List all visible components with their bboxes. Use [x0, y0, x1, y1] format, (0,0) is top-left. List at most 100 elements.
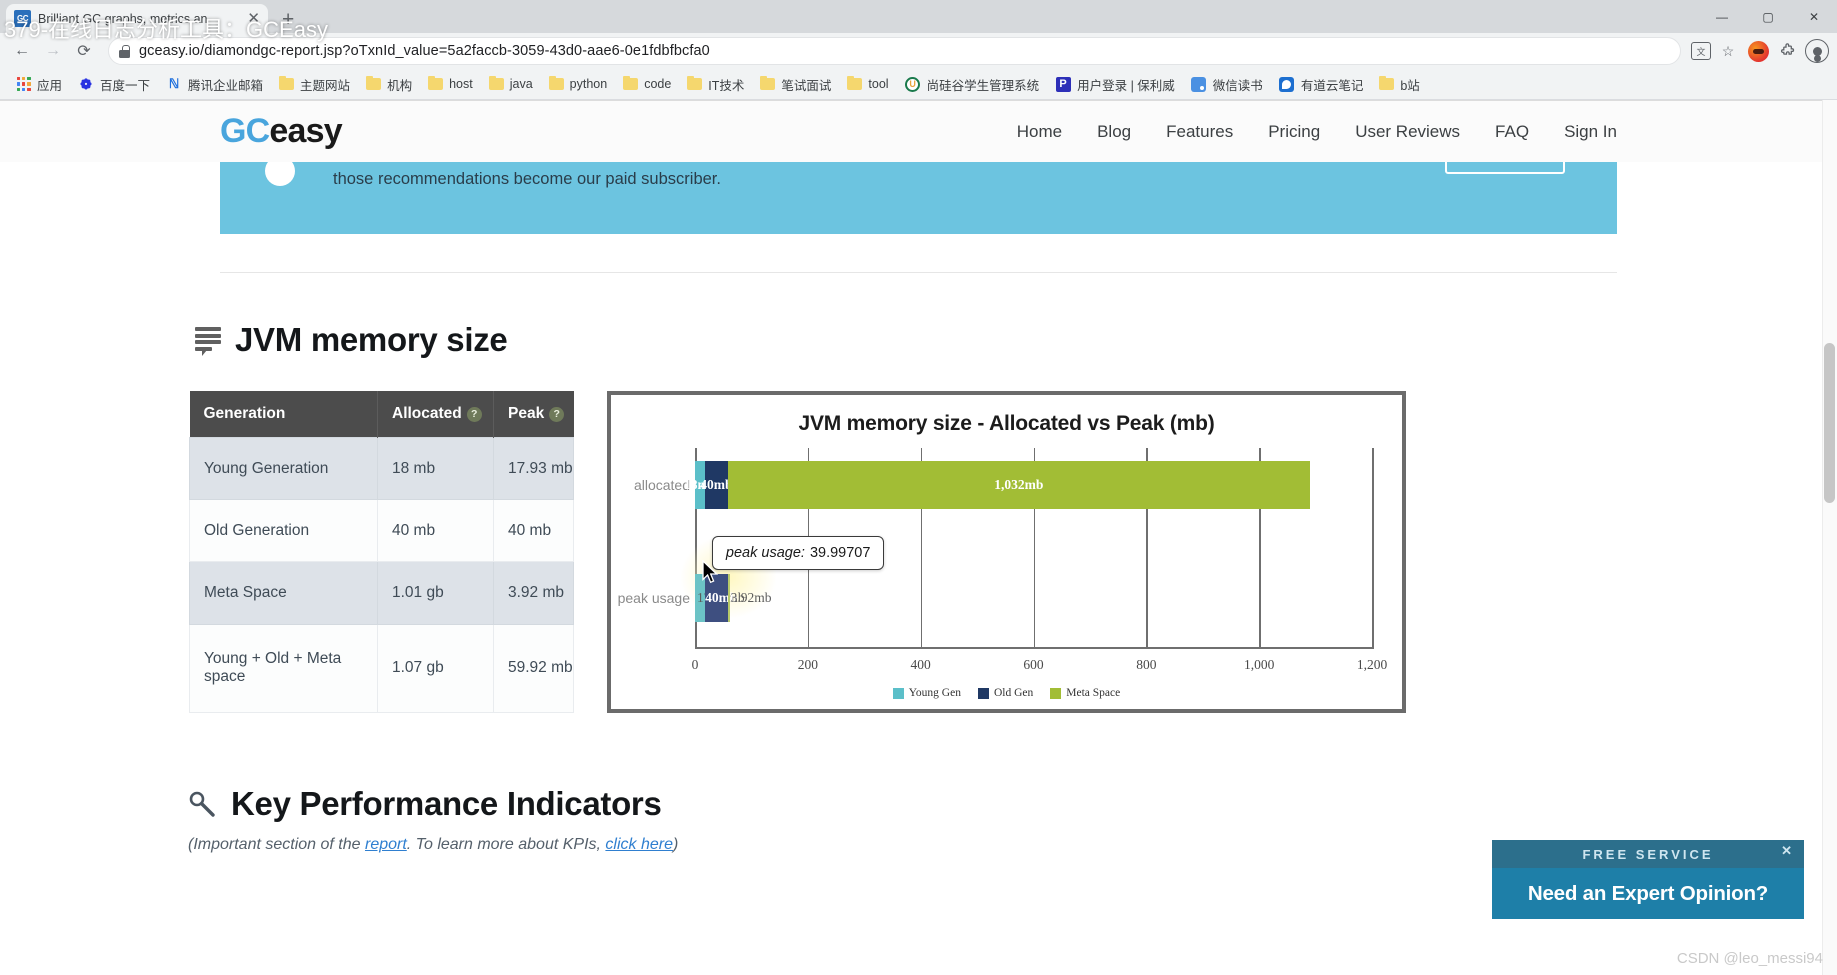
- youdao-note-icon: [1279, 76, 1295, 92]
- extension-adblock-icon[interactable]: [1747, 40, 1769, 62]
- bookmark-folder-6[interactable]: java: [482, 74, 540, 94]
- site-nav: Home Blog Features Pricing User Reviews …: [1017, 122, 1617, 142]
- minimize-button[interactable]: —: [1699, 0, 1745, 33]
- bookmark-label: 笔试面试: [781, 78, 832, 93]
- bookmark-student-system[interactable]: U 尚硅谷学生管理系统: [898, 72, 1047, 97]
- x-tick-label: 400: [910, 657, 931, 672]
- bar-segment-old-gen[interactable]: 40mb: [700, 461, 733, 509]
- table-header-row: Generation Allocated? Peak?: [189, 391, 574, 438]
- folder-icon: [623, 75, 639, 90]
- bookmark-star-icon[interactable]: ☆: [1715, 38, 1741, 64]
- legend-item-old-gen[interactable]: Old Gen: [977, 687, 1034, 699]
- chart-legend: Young Gen Old Gen Meta Space: [611, 687, 1402, 699]
- bookmark-label: 尚硅谷学生管理系统: [926, 78, 1040, 93]
- help-icon[interactable]: ?: [549, 406, 565, 422]
- expert-widget-cta[interactable]: Need an Expert Opinion?: [1492, 868, 1804, 919]
- bar-segment-old-gen[interactable]: 40mb: [705, 574, 737, 622]
- bookmark-tencent-mail[interactable]: ℕ 腾讯企业邮箱: [159, 72, 270, 97]
- page-scrollbar-track[interactable]: [1822, 100, 1837, 975]
- close-window-button[interactable]: ✕: [1791, 0, 1837, 33]
- bar-segment-young-gen[interactable]: 17.93mb: [695, 574, 745, 622]
- nav-pricing[interactable]: Pricing: [1268, 122, 1320, 142]
- category-label-allocated: allocated: [633, 477, 690, 493]
- profile-avatar[interactable]: [1805, 39, 1829, 63]
- bar-segment-meta-space[interactable]: 1,032mb: [727, 461, 1310, 509]
- bookmark-wechat-read[interactable]: 微信读书: [1184, 72, 1270, 97]
- bookmark-folder-5[interactable]: host: [421, 74, 480, 94]
- extensions-puzzle-icon[interactable]: [1775, 38, 1801, 64]
- x-tick-label: 0: [691, 657, 699, 672]
- bookmark-folder-10[interactable]: 笔试面试: [753, 72, 838, 97]
- bookmark-bilibili[interactable]: b站: [1372, 72, 1426, 97]
- bookmark-label: 主题网站: [300, 78, 351, 93]
- bookmark-label: python: [569, 77, 608, 91]
- bookmark-folder-8[interactable]: code: [616, 74, 678, 94]
- maximize-button[interactable]: ▢: [1745, 0, 1791, 33]
- legend-item-meta-space[interactable]: Meta Space: [1050, 687, 1120, 699]
- legend-swatch-icon: [892, 687, 904, 699]
- nav-user-reviews[interactable]: User Reviews: [1355, 122, 1460, 142]
- legend-label: Young Gen: [908, 687, 961, 699]
- kpi-subtext-c: ): [672, 836, 679, 853]
- x-tick-label: 600: [1023, 657, 1044, 672]
- csdn-watermark: CSDN @leo_messi94: [1676, 950, 1823, 967]
- nav-blog[interactable]: Blog: [1097, 122, 1131, 142]
- cell-allocated: 18 mb: [377, 436, 494, 501]
- bar-value-label: 3.92mb: [730, 590, 772, 605]
- bookmark-label: 机构: [387, 78, 413, 93]
- address-bar[interactable]: gceasy.io/diamondgc-report.jsp?oTxnId_va…: [108, 37, 1681, 65]
- overlay-watermark: 379-在线日志分析工具：GCEasy: [4, 17, 328, 42]
- nav-faq[interactable]: FAQ: [1495, 122, 1529, 142]
- bar-segment-meta-space[interactable]: 3.92mb: [727, 574, 772, 622]
- legend-item-young-gen[interactable]: Young Gen: [892, 687, 961, 699]
- kpi-link-report[interactable]: report: [365, 836, 407, 853]
- jvm-memory-table: Generation Allocated? Peak? Young Genera…: [189, 391, 574, 714]
- kpi-link-click-here[interactable]: click here: [605, 836, 673, 853]
- legend-swatch-icon: [977, 687, 989, 699]
- p-square-icon: P: [1055, 76, 1071, 92]
- site-logo[interactable]: GCeasy: [220, 112, 343, 151]
- nav-sign-in[interactable]: Sign In: [1564, 122, 1617, 142]
- bookmark-apps[interactable]: 应用: [8, 72, 69, 97]
- help-icon[interactable]: ?: [466, 406, 482, 422]
- cell-allocated: 1.01 gb: [377, 561, 494, 625]
- site-header: GCeasy Home Blog Features Pricing User R…: [0, 100, 1837, 162]
- legend-swatch-icon: [1050, 687, 1062, 699]
- folder-icon: [279, 75, 295, 90]
- translate-icon[interactable]: 文: [1691, 42, 1711, 60]
- nav-home[interactable]: Home: [1017, 122, 1062, 142]
- folder-icon: [488, 75, 504, 90]
- bookmark-folder-9[interactable]: IT技术: [680, 72, 751, 97]
- cell-generation: Young Generation: [189, 436, 378, 501]
- bookmark-polyv-login[interactable]: P 用户登录 | 保利威: [1048, 72, 1182, 97]
- bookmark-folder-11[interactable]: tool: [840, 74, 895, 94]
- bookmark-folder-4[interactable]: 机构: [359, 72, 419, 97]
- cell-peak: 17.93 mb: [493, 436, 574, 501]
- bookmark-youdao-note[interactable]: 有道云笔记: [1272, 72, 1371, 97]
- cell-peak: 59.92 mb: [493, 623, 574, 714]
- jvm-memory-heading: JVM memory size: [195, 321, 1837, 359]
- x-tick-label: 800: [1136, 657, 1157, 672]
- column-header-generation: Generation: [189, 391, 378, 438]
- bookmark-label: b站: [1400, 78, 1420, 93]
- bookmark-baidu[interactable]: ❁ 百度一下: [71, 72, 157, 97]
- window-controls: — ▢ ✕: [1699, 0, 1837, 33]
- bar-allocated[interactable]: 18mb 40mb 1,032mb: [684, 461, 1372, 509]
- tencent-mail-icon: ℕ: [168, 76, 180, 91]
- table-row: Young + Old + Meta space 1.07 gb 59.92 m…: [189, 623, 574, 714]
- nav-features[interactable]: Features: [1166, 122, 1233, 142]
- bookmark-label: 有道云笔记: [1300, 78, 1364, 93]
- bar-peak-usage[interactable]: 17.93mb 40mb 3.92mb: [695, 574, 1372, 622]
- close-icon[interactable]: ✕: [1781, 844, 1795, 857]
- promo-bullet-icon: [265, 162, 295, 186]
- page-scrollbar-thumb[interactable]: [1824, 343, 1835, 503]
- promo-action-button[interactable]: [1445, 162, 1565, 174]
- bookmark-folder-3[interactable]: 主题网站: [272, 72, 357, 97]
- bookmark-folder-7[interactable]: python: [542, 74, 615, 94]
- toolbar-icons: 文 ☆: [1691, 38, 1829, 64]
- folder-icon: [428, 75, 444, 90]
- circle-u-icon: U: [905, 76, 921, 92]
- legend-label: Old Gen: [993, 687, 1034, 699]
- folder-icon: [1379, 75, 1395, 90]
- jvm-memory-chart: JVM memory size - Allocated vs Peak (mb)…: [607, 391, 1406, 713]
